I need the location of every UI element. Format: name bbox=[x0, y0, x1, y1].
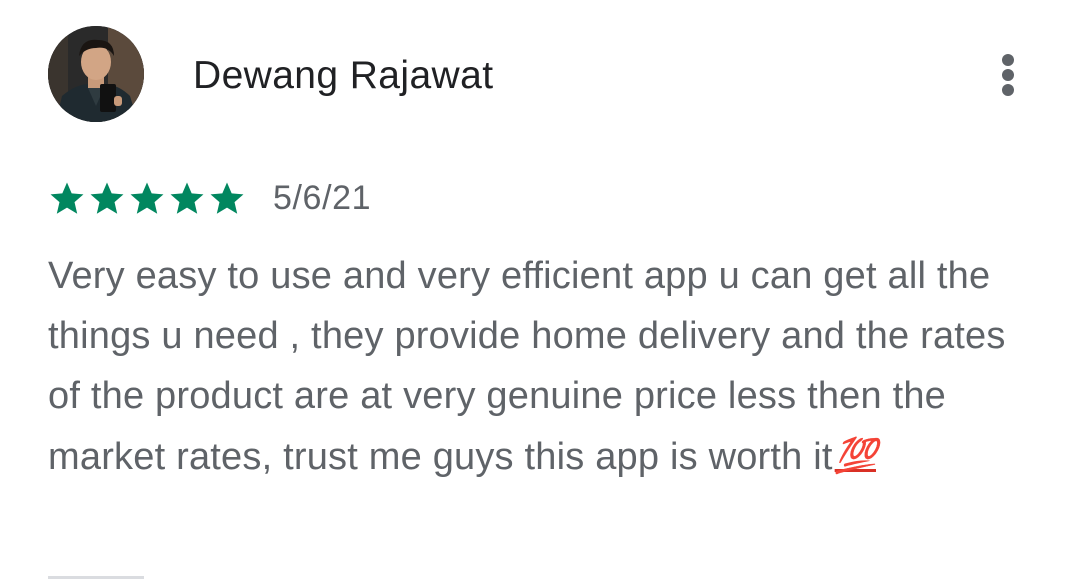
star-icon bbox=[90, 182, 124, 214]
star-icon bbox=[130, 182, 164, 214]
review-date: 5/6/21 bbox=[273, 179, 372, 217]
author-name: Dewang Rajawat bbox=[193, 54, 494, 97]
star-icon bbox=[50, 182, 84, 214]
star-icon bbox=[210, 182, 244, 214]
star-rating bbox=[48, 179, 246, 217]
divider bbox=[48, 576, 144, 579]
avatar-photo bbox=[48, 26, 144, 122]
more-options-button[interactable] bbox=[984, 48, 1032, 102]
star-icon bbox=[170, 182, 204, 214]
review-text: Very easy to use and very efficient app … bbox=[48, 246, 1048, 487]
hundred-points-emoji: 💯 bbox=[834, 437, 877, 475]
avatar bbox=[48, 26, 144, 122]
rating-row: 5/6/21 bbox=[48, 176, 371, 220]
review-card: Dewang Rajawat 5/6/21 Very easy to use a… bbox=[0, 0, 1080, 583]
